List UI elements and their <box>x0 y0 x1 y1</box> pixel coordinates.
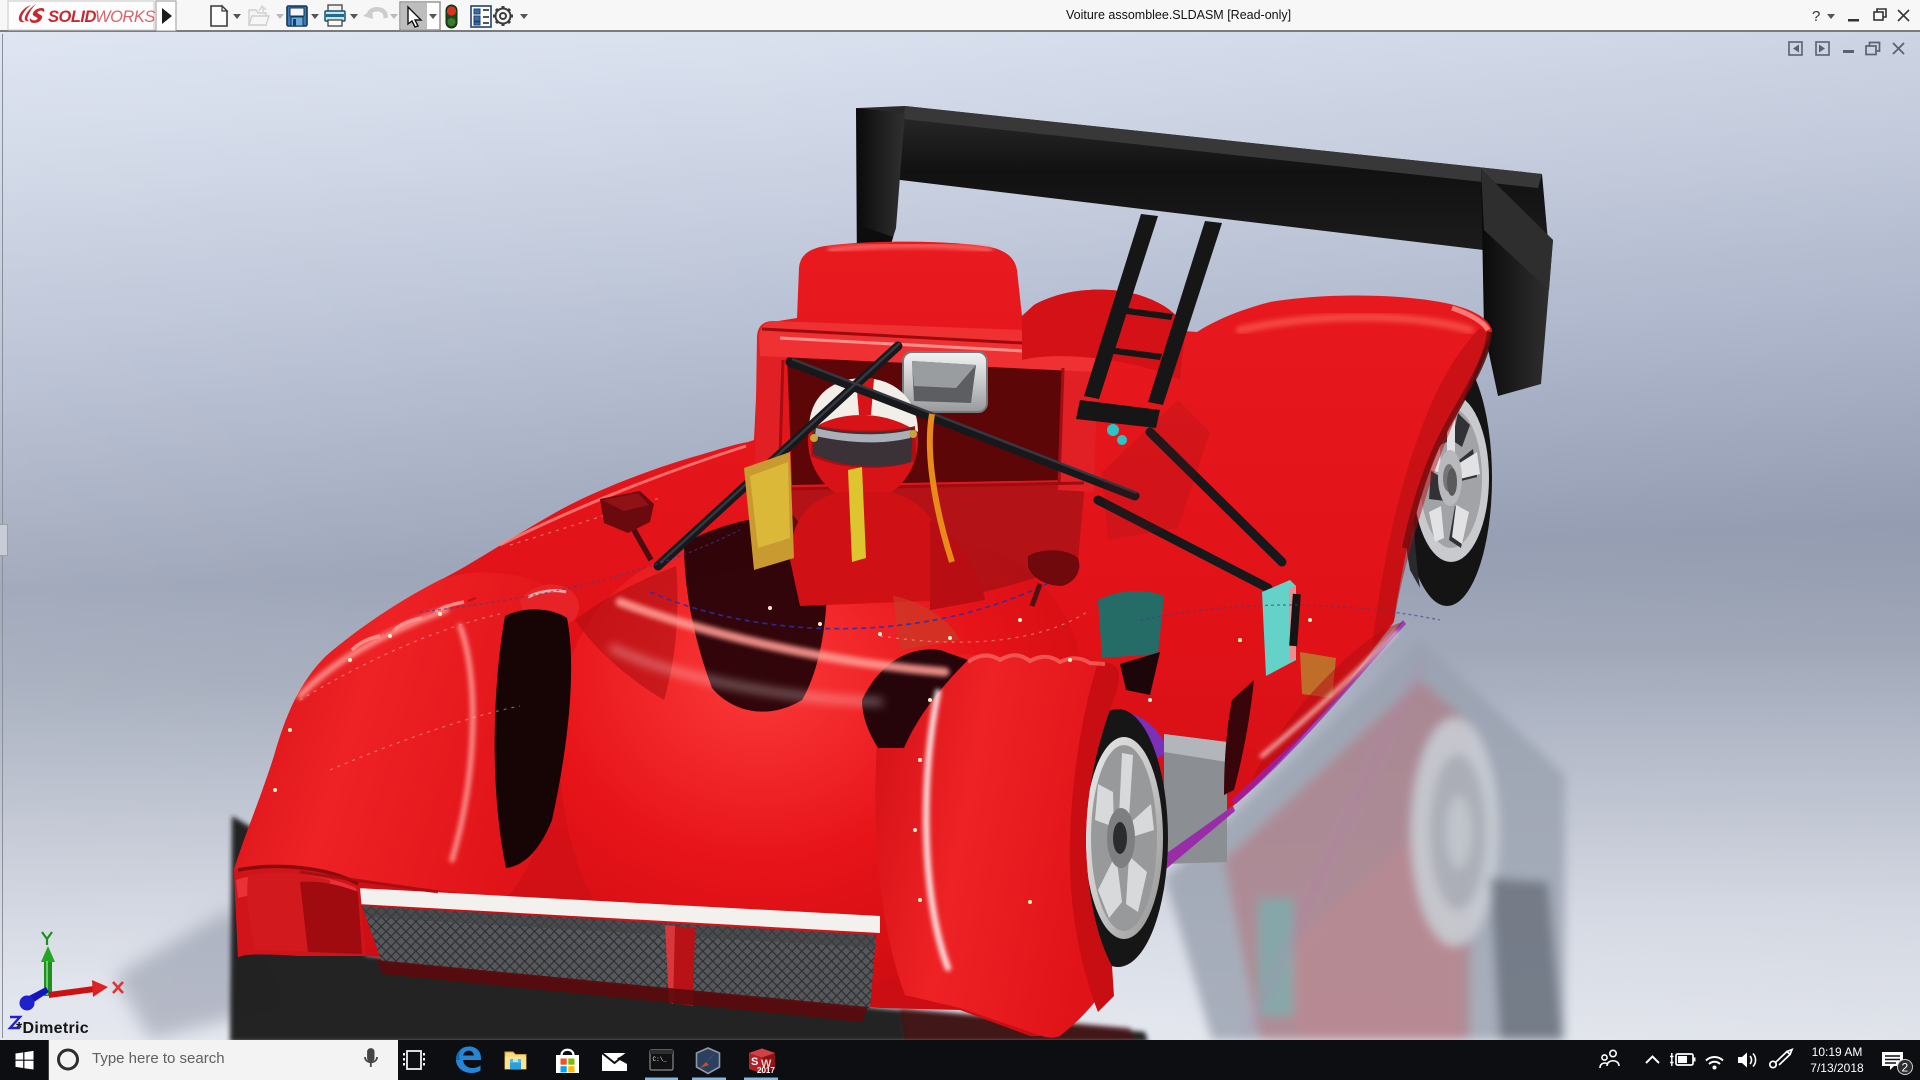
svg-text:C:\_: C:\_ <box>653 1056 668 1063</box>
svg-text:2: 2 <box>1902 1061 1909 1075</box>
svg-text:?: ? <box>1812 8 1820 25</box>
svg-text:2017: 2017 <box>757 1066 775 1075</box>
svg-text:SOLID: SOLID <box>48 8 97 26</box>
svg-text:WORKS: WORKS <box>95 8 155 26</box>
